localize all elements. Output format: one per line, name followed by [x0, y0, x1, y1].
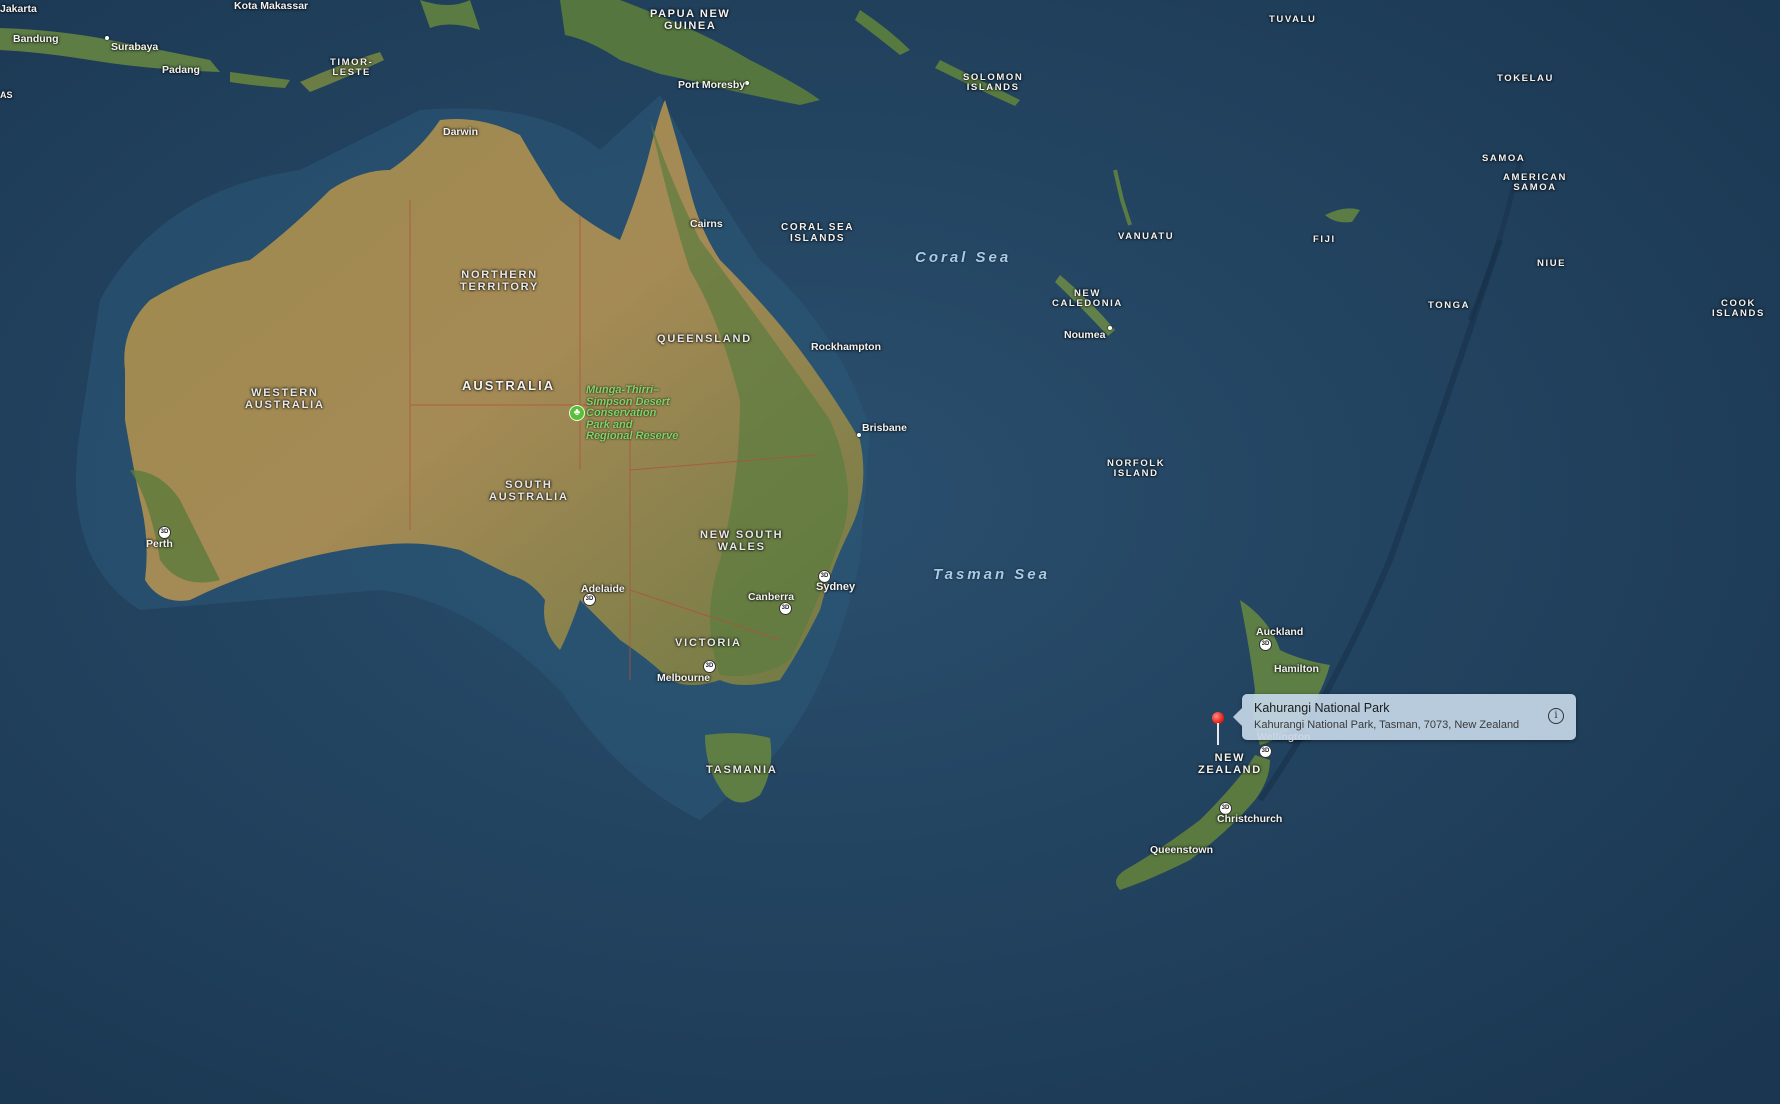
city-label-brisbane: Brisbane	[862, 422, 907, 434]
city-dot-brisbane	[857, 433, 861, 437]
3d-city-icon-canberra[interactable]: 3D	[779, 602, 792, 615]
city-label-christchurch: Christchurch	[1217, 813, 1283, 825]
country-label-new-caledonia: NEW CALEDONIA	[1052, 288, 1123, 309]
park-tree-icon[interactable]: ♣	[569, 405, 585, 421]
country-label-samoa: SAMOA	[1482, 153, 1526, 164]
city-label-surabaya: Surabaya	[111, 41, 159, 53]
satellite-map[interactable]	[0, 0, 1780, 1104]
country-label-cook-islands: COOK ISLANDS	[1712, 298, 1765, 319]
city-label-bandung: Bandung	[13, 33, 59, 45]
sea-label-coral: Coral Sea	[915, 249, 1012, 266]
country-label-fiji: FIJI	[1313, 234, 1336, 245]
3d-city-icon-wellington[interactable]: 3D	[1259, 745, 1272, 758]
country-label-vanuatu: VANUATU	[1118, 231, 1175, 242]
city-dot-surabaya	[105, 36, 109, 40]
city-label-kota-makassar: Kota Makassar	[234, 0, 309, 12]
city-label-noumea: Noumea	[1064, 329, 1106, 341]
country-label-niue: NIUE	[1537, 258, 1567, 269]
country-label-tuvalu: TUVALU	[1269, 14, 1317, 25]
country-label-tokelau: TOKELAU	[1497, 73, 1554, 84]
info-icon[interactable]: i	[1548, 708, 1564, 724]
pin-stick	[1217, 723, 1219, 745]
callout-title: Kahurangi National Park	[1254, 701, 1390, 715]
sea-label-tasman: Tasman Sea	[933, 566, 1050, 583]
3d-city-icon-auckland[interactable]: 3D	[1259, 638, 1272, 651]
callout-subtitle: Kahurangi National Park, Tasman, 7073, N…	[1254, 719, 1520, 731]
country-label-new-zealand: NEW ZEALAND	[1198, 752, 1262, 776]
country-label-tonga: TONGA	[1428, 300, 1471, 311]
city-label-auckland: Auckland	[1256, 626, 1304, 638]
city-label-perth: Perth	[146, 538, 173, 550]
city-label-hamilton: Hamilton	[1274, 663, 1319, 675]
location-pin-icon[interactable]	[1212, 712, 1226, 746]
region-label-western-australia: WESTERN AUSTRALIA	[245, 387, 325, 411]
region-label-northern-territory: NORTHERN TERRITORY	[460, 269, 540, 293]
city-label-cairns: Cairns	[690, 218, 723, 230]
region-label-south-australia: SOUTH AUSTRALIA	[489, 479, 569, 503]
region-label-tasmania: TASMANIA	[706, 764, 778, 776]
city-label-port-moresby: Port Moresby	[678, 79, 746, 91]
city-label-padang: Padang	[162, 64, 200, 76]
country-label-american-samoa: AMERICAN SAMOA	[1503, 172, 1567, 193]
city-label-jakarta: Jakarta	[0, 3, 37, 15]
city-label-rockhampton: Rockhampton	[811, 341, 882, 353]
park-label-munga-thirri[interactable]: Munga-Thirri– Simpson Desert Conservatio…	[586, 384, 678, 443]
country-label-timor: TIMOR- LESTE	[330, 57, 374, 78]
country-label-australia: AUSTRALIA	[462, 378, 556, 393]
region-label-nsw: NEW SOUTH WALES	[700, 529, 784, 553]
country-label-coral-sea-islands: CORAL SEA ISLANDS	[781, 222, 855, 244]
city-label-as-partial: AS	[0, 90, 13, 100]
region-label-queensland: QUEENSLAND	[657, 333, 753, 345]
city-label-queenstown: Queenstown	[1150, 844, 1214, 856]
3d-city-icon-adelaide[interactable]: 3D	[583, 593, 596, 606]
city-label-darwin: Darwin	[443, 126, 479, 138]
city-label-sydney: Sydney	[816, 581, 856, 593]
country-label-norfolk: NORFOLK ISLAND	[1107, 458, 1166, 479]
region-label-victoria: VICTORIA	[675, 637, 742, 649]
city-dot-noumea	[1108, 326, 1112, 330]
country-label-png: PAPUA NEW GUINEA	[650, 8, 731, 32]
city-dot-port-moresby	[745, 81, 749, 85]
place-callout[interactable]: Kahurangi National Park Kahurangi Nation…	[1233, 694, 1576, 740]
city-label-melbourne: Melbourne	[657, 672, 711, 684]
country-label-solomon: SOLOMON ISLANDS	[963, 72, 1024, 93]
